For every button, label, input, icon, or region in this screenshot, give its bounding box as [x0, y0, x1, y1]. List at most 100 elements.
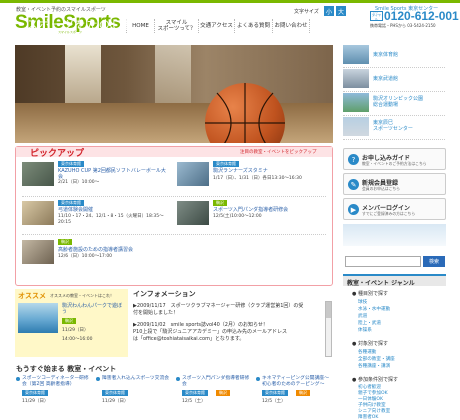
genre-item[interactable]: 各種運動: [358, 349, 376, 355]
nav-access[interactable]: 交通アクセス: [198, 19, 234, 33]
upcoming-item-date: 12/5（土）: [262, 399, 286, 404]
pickup-item-title[interactable]: KAZUHO CUP 第2回都民ソフトバレーボール大会: [58, 168, 168, 180]
pickup-item-date: 12/6（日）10:00～17:00: [58, 254, 113, 259]
venue-badge: 東京体育館: [102, 390, 128, 396]
osusume-title: オススメ: [18, 292, 46, 300]
genre-heading: 教室・イベント ジャンル: [343, 274, 446, 287]
search-input[interactable]: [345, 256, 421, 267]
register-button[interactable]: ✎ 新規会員登録 会員のお申込はこちら: [343, 173, 446, 195]
genre-item[interactable]: 各種講座・講演: [358, 363, 390, 369]
register-button-sub: 会員のお申込はこちら: [362, 186, 400, 191]
venue-badge: 東京体育館: [182, 390, 208, 396]
genre-section-title: ● 参加条件別で探す: [352, 376, 398, 383]
info-line[interactable]: ▶2009/11/02 smile sports誌vol40（2月）のお知らせ！: [133, 322, 333, 329]
upcoming-item-title[interactable]: スポーツコーディネーター研修会（第2回 高齢者指導）: [22, 376, 92, 388]
hero-title: スポーツをたのしむ: [27, 18, 135, 31]
genre-item[interactable]: 球技: [358, 299, 367, 305]
genre-section-label: 対象別で探す: [357, 341, 388, 347]
pickup-item-title[interactable]: 弓道体験会開催: [58, 207, 168, 213]
login-button[interactable]: ▶ メンバーログイン すでにご登録済みの方はこちら: [343, 198, 446, 220]
phone-number: 0120-612-001: [384, 9, 459, 23]
bullet-icon: [96, 377, 100, 381]
upcoming-item-date: 11/29（日）: [102, 399, 129, 404]
pickup-item-title[interactable]: 高齢者施設のための指導者講習会: [58, 247, 178, 253]
pickup-item-title[interactable]: 駒沢ランナーズスタミナ: [213, 168, 328, 174]
hero-window-light: [65, 45, 101, 103]
nav-about[interactable]: スマイル スポーツって？: [154, 19, 198, 33]
venue-badge: 駒沢: [58, 239, 72, 245]
font-small-button[interactable]: 小: [324, 6, 334, 16]
upcoming-item-date: 11/29（日）: [22, 399, 49, 404]
info-title: インフォメーション: [133, 290, 196, 298]
pickup-item-date: 1/17（日）、1/31（日）各日13:30～16:30: [213, 176, 302, 181]
venue-link-tatsumi[interactable]: 東京辰巳 スポーツセンター: [373, 120, 413, 132]
hero-window-light: [155, 45, 191, 103]
genre-section-label: 種目別で探す: [357, 291, 388, 297]
upcoming-item-title[interactable]: 障害者入れ込んスポーツ交流会: [102, 376, 172, 382]
genre-item[interactable]: 水泳・水中運動: [358, 306, 390, 312]
font-size-label: 文字サイズ: [294, 9, 319, 15]
venue-image-budokan[interactable]: [343, 69, 369, 88]
venue-badge: 東京体育館: [58, 161, 84, 167]
venue-image-komazawa[interactable]: [343, 93, 369, 112]
info-scrollbar-thumb[interactable]: [326, 302, 331, 318]
search-button[interactable]: 検索: [423, 256, 445, 267]
hero-floor: [15, 103, 333, 143]
venue-badge: 東京体育館: [58, 200, 84, 206]
venue-badge-2: 駒沢: [296, 390, 310, 396]
genre-item[interactable]: 体操系: [358, 327, 372, 333]
pickup-item-title[interactable]: スポーツ入門パンダ指導者研修会: [213, 207, 328, 213]
pickup-thumbnail[interactable]: [22, 240, 54, 264]
mobile-phone-info: 携帯電話・PHSから 03-5424-2150: [370, 23, 436, 28]
divider: [343, 67, 445, 68]
pickup-thumbnail[interactable]: [22, 201, 54, 225]
venue-link-komazawa[interactable]: 駒沢オリンピック公園 総合運動場: [373, 96, 423, 108]
guide-button[interactable]: ? お申し込みガイド 教室・イベントのご予約方法はこちら: [343, 148, 446, 170]
sidebar-banner[interactable]: [343, 224, 446, 246]
venue-link-tokyo-gym[interactable]: 東京体育館: [373, 52, 398, 58]
pickup-thumbnail[interactable]: [177, 201, 209, 225]
font-large-button[interactable]: 大: [336, 6, 346, 16]
venue-image-tatsumi[interactable]: [343, 117, 369, 136]
divider: [343, 91, 445, 92]
osusume-item-title[interactable]: 駒沢わんわんパークで遊ぼう: [62, 303, 124, 315]
genre-section-title: ● 種目別で探す: [352, 290, 388, 297]
divider: [22, 234, 326, 235]
guide-icon: ?: [348, 154, 359, 165]
nav-contact[interactable]: お問い合わせ: [272, 19, 310, 33]
genre-item[interactable]: 陸上・武道: [358, 320, 381, 326]
venue-badge-2: 駒沢: [216, 390, 230, 396]
bullet-icon: [176, 377, 180, 381]
info-line: は「office@toshiataisaikai.com」となります。: [133, 336, 245, 342]
upcoming-item-title[interactable]: キネマティーピング公開講座～初心者のためのテーピング～: [262, 376, 332, 388]
divider: [22, 196, 326, 197]
venue-badge: 東京体育館: [22, 390, 48, 396]
genre-item[interactable]: 武道: [358, 313, 367, 319]
upcoming-item-title[interactable]: スポーツ入門パンダ指導者研修会: [182, 376, 252, 388]
pickup-thumbnail[interactable]: [22, 162, 54, 186]
basketball-seams: [205, 83, 285, 143]
osusume-image[interactable]: [18, 303, 58, 333]
upcoming-item-date: 12/5（土）: [182, 399, 206, 404]
osusume-subtitle: オススメの教室・イベントはこれ！: [50, 293, 114, 298]
login-icon: ▶: [348, 204, 359, 215]
genre-section-label: 参加条件別で探す: [357, 377, 398, 383]
info-line[interactable]: ▶2009/11/17 スポーツクラブマネージャー研修（クラブ運営第1回）の受: [133, 303, 333, 310]
osusume-time: 14:00～16:00: [62, 337, 93, 342]
divider: [343, 139, 445, 140]
pickup-thumbnail[interactable]: [177, 162, 209, 186]
venue-badge: 東京体育館: [262, 390, 288, 396]
genre-item[interactable]: 障害者OK: [358, 414, 378, 420]
venue-badge: 駒沢: [213, 200, 227, 206]
register-icon: ✎: [348, 179, 359, 190]
genre-item[interactable]: 全部の教室・講座: [358, 356, 395, 362]
pickup-item-date: 2/21（日）10:00～: [58, 180, 100, 185]
bullet-icon: [16, 377, 20, 381]
venue-link-budokan[interactable]: 東京武道館: [373, 76, 398, 82]
top-accent-bar: [0, 0, 460, 3]
info-line: P10上段で「駒沢ジュニアアカデミー」の申込み先のメールアドレス: [133, 329, 288, 335]
nav-faq[interactable]: よくある質問: [234, 19, 272, 33]
login-button-sub: すでにご登録済みの方はこちら: [362, 211, 416, 216]
venue-image-tokyo-gym[interactable]: [343, 45, 369, 64]
guide-button-sub: 教室・イベントのご予約方法はこちら: [362, 161, 427, 166]
